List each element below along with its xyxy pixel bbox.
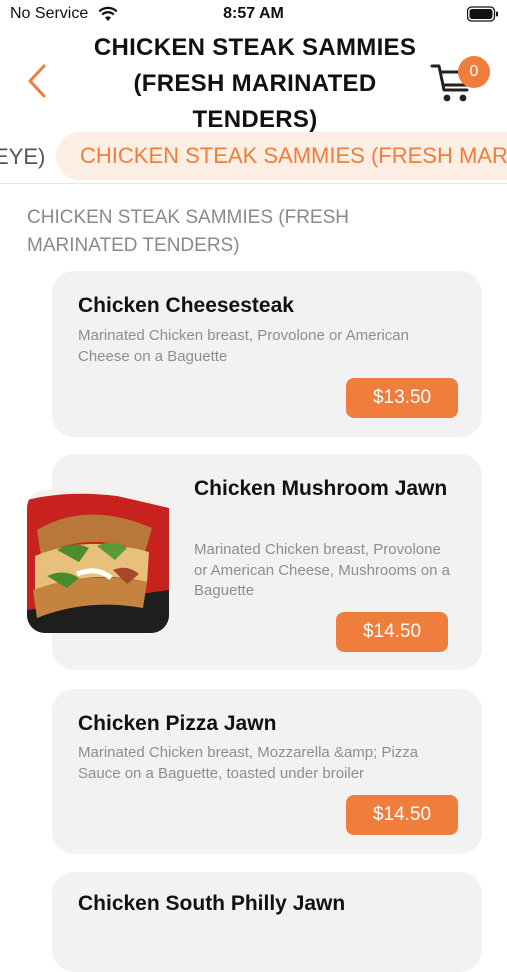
item-price-button[interactable]: $13.50 xyxy=(346,378,458,418)
clock: 8:57 AM xyxy=(223,5,284,22)
status-bar: No Service 8:57 AM xyxy=(0,0,507,30)
item-name: Chicken South Philly Jawn xyxy=(78,892,346,915)
item-photo xyxy=(27,490,169,633)
item-description: Marinated Chicken breast, Provolone or A… xyxy=(78,327,409,365)
item-price-button[interactable]: $14.50 xyxy=(336,612,448,652)
menu-item-card[interactable]: Chicken South Philly Jawn xyxy=(52,872,482,972)
menu-item-card[interactable]: Chicken Pizza Jawn Marinated Chicken bre… xyxy=(52,689,482,854)
item-name: Chicken Cheesesteak xyxy=(78,294,294,317)
tab-chicken-steak-sammies[interactable]: CHICKEN STEAK SAMMIES (FRESH MARINATED T… xyxy=(56,132,507,180)
menu-item-card[interactable]: Chicken Cheesesteak Marinated Chicken br… xyxy=(52,271,482,437)
back-button[interactable] xyxy=(24,62,54,100)
item-name: Chicken Pizza Jawn xyxy=(78,712,277,735)
item-description: Marinated Chicken breast, Provolone or A… xyxy=(194,541,450,599)
tab-previous-category[interactable]: EYE) xyxy=(0,144,45,170)
item-description: Marinated Chicken breast, Mozzarella &am… xyxy=(78,744,419,782)
chevron-left-icon xyxy=(28,64,46,98)
item-price-button[interactable]: $14.50 xyxy=(346,795,458,835)
section-title: CHICKEN STEAK SAMMIES (FRESH MARINATED T… xyxy=(27,207,349,256)
item-name: Chicken Mushroom Jawn xyxy=(194,477,448,500)
category-tabs: EYE) CHICKEN STEAK SAMMIES (FRESH MARINA… xyxy=(0,132,507,182)
battery-icon xyxy=(466,6,499,27)
cart-count-badge: 0 xyxy=(458,56,490,88)
page-title: CHICKEN STEAK SAMMIES (FRESH MARINATED T… xyxy=(93,34,417,133)
divider xyxy=(0,183,507,184)
